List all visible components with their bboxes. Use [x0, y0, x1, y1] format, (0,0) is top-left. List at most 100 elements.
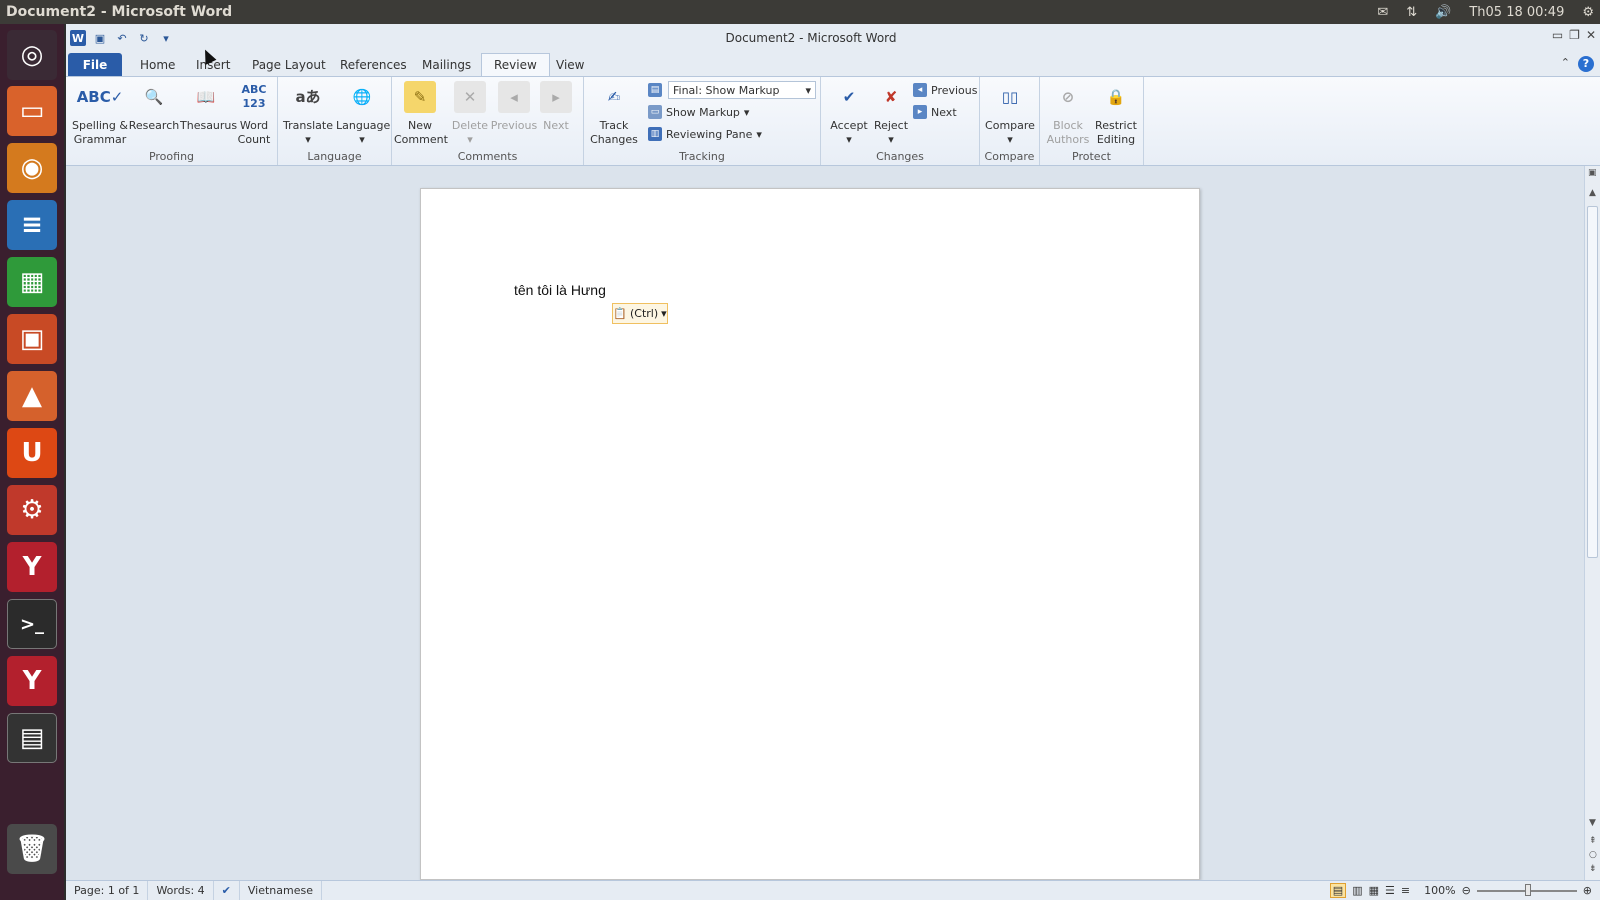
block-authors-button[interactable]: ⊘ Block Authors [1042, 81, 1094, 147]
outline-icon[interactable]: ☰ [1385, 884, 1395, 897]
tab-references[interactable]: References [328, 53, 419, 76]
translate-dropdown-arrow: ▾ [305, 133, 311, 146]
calc-button[interactable]: ▦ [7, 257, 57, 307]
page-count[interactable]: Page: 1 of 1 [66, 880, 149, 900]
ribbon-tab-controls: ⌃ ? [1561, 56, 1594, 72]
panel-indicators: ✉ ⇅ 🔊 Th05 18 00:49 ⚙ [1377, 0, 1594, 24]
show-markup-icon: ▭ [648, 105, 662, 119]
scroll-down-icon[interactable]: ▼ [1589, 818, 1596, 828]
tab-file[interactable]: File [68, 53, 122, 76]
calc-icon: ▦ [19, 267, 45, 297]
zoom-out-icon[interactable]: ⊖ [1462, 884, 1471, 897]
tab-home[interactable]: Home [128, 53, 187, 76]
minimize-ribbon-icon[interactable]: ⌃ [1561, 56, 1570, 72]
trash-button[interactable]: 🗑 [7, 824, 57, 874]
wine-button[interactable]: Y [7, 542, 57, 592]
scroll-up-icon[interactable]: ▲ [1589, 188, 1596, 198]
minimize-icon[interactable]: ▭ [1552, 28, 1563, 42]
language-button[interactable]: 🌐 Language ▾ [336, 81, 390, 147]
impress-button[interactable]: ▣ [7, 314, 57, 364]
volume-icon[interactable]: 🔊 [1435, 5, 1451, 20]
word-count-button[interactable]: ABC 123 Word Count [228, 81, 280, 147]
ribbon-tabs: File Home Insert Page Layout References … [66, 52, 1600, 76]
group-tracking: ✍ Track Changes ▤ Final: Show Markup ▾ ▭… [584, 77, 821, 165]
next-page-icon[interactable]: ⇟ [1589, 864, 1597, 874]
zoom-level[interactable]: 100% [1424, 884, 1455, 897]
next-change-button[interactable]: ▸ Next [913, 103, 957, 121]
proofing-status-icon[interactable]: ✔ [214, 880, 240, 900]
wine-word-button[interactable]: Y [7, 656, 57, 706]
tab-review[interactable]: Review [481, 53, 550, 76]
previous-comment-button[interactable]: ◂ Previous [488, 81, 540, 133]
firefox-icon: ◉ [20, 153, 44, 183]
network-icon[interactable]: ⇅ [1406, 5, 1417, 20]
compare-button[interactable]: ▯▯ Compare ▾ [984, 81, 1036, 147]
block-authors-icon: ⊘ [1061, 88, 1075, 106]
select-browse-object-icon[interactable]: ○ [1589, 850, 1597, 860]
spelling-grammar-button[interactable]: ABC✓ Spelling & Grammar [72, 81, 128, 147]
restrict-editing-button[interactable]: 🔒 Restrict Editing [1090, 81, 1142, 147]
full-screen-reading-icon[interactable]: ▥ [1352, 884, 1362, 897]
writer-button[interactable]: ≡ [7, 200, 57, 250]
reject-button[interactable]: ✘ Reject ▾ [865, 81, 917, 147]
zoom-slider-thumb[interactable] [1524, 883, 1531, 896]
delete-dropdown-arrow: ▾ [467, 133, 473, 146]
web-layout-icon[interactable]: ▦ [1369, 884, 1379, 897]
book-icon: 📖 [196, 88, 216, 106]
track-changes-icon: ✍ [607, 88, 621, 106]
language-status[interactable]: Vietnamese [240, 880, 322, 900]
impress-icon: ▣ [19, 324, 45, 354]
firefox-button[interactable]: ◉ [7, 143, 57, 193]
active-window-title: Document2 - Microsoft Word [6, 4, 233, 20]
tab-page-layout[interactable]: Page Layout [240, 53, 338, 76]
restore-icon[interactable]: ❐ [1569, 28, 1580, 42]
vertical-scrollbar[interactable]: ▣ ▲ ▼ ⇞ ○ ⇟ [1584, 166, 1600, 880]
translate-icon: aあ [295, 88, 321, 106]
delete-comment-icon: ✕ [454, 81, 486, 113]
display-for-review-dropdown[interactable]: Final: Show Markup ▾ [668, 81, 816, 99]
ubuntu-dash-button[interactable]: ◎ [7, 30, 57, 80]
gear-icon[interactable]: ⚙ [1582, 5, 1594, 20]
mail-icon[interactable]: ✉ [1377, 5, 1388, 20]
next-change-icon: ▸ [913, 105, 927, 119]
previous-comment-icon: ◂ [498, 81, 530, 113]
track-changes-button[interactable]: ✍ Track Changes [588, 81, 640, 147]
document-area[interactable]: tên tôi là Hưng 📋 (Ctrl) ▾ [66, 166, 1600, 880]
document-page[interactable]: tên tôi là Hưng 📋 (Ctrl) ▾ [420, 188, 1200, 880]
scroll-thumb[interactable] [1587, 206, 1598, 558]
research-button[interactable]: 🔍 Research [128, 81, 180, 133]
draft-icon[interactable]: ≡ [1401, 884, 1410, 897]
previous-change-button[interactable]: ◂ Previous [913, 81, 978, 99]
chevron-down-icon: ▾ [661, 307, 667, 320]
new-comment-button[interactable]: ✎ New Comment [394, 81, 448, 147]
zoom-in-icon[interactable]: ⊕ [1583, 884, 1592, 897]
terminal-button[interactable]: >_ [7, 599, 57, 649]
document-text[interactable]: tên tôi là Hưng [514, 282, 606, 298]
group-label-proofing: Proofing [148, 150, 195, 163]
tab-mailings[interactable]: Mailings [410, 53, 483, 76]
group-comments: ✎ New Comment ✕ Delete ▾ ◂ Previous ▸ Nex… [392, 77, 584, 165]
writer-icon: ≡ [21, 210, 43, 240]
ubuntu-one-button[interactable]: U [7, 428, 57, 478]
software-center-button[interactable]: ▲ [7, 371, 57, 421]
translate-button[interactable]: aあ Translate ▾ [282, 81, 334, 147]
reviewing-pane-button[interactable]: ▥ Reviewing Pane ▾ [648, 125, 762, 143]
help-icon[interactable]: ? [1578, 56, 1594, 72]
zoom-slider[interactable] [1476, 883, 1577, 896]
word-count-icon: ABC 123 [241, 83, 267, 110]
files-button[interactable]: ▭ [7, 86, 57, 136]
next-comment-button[interactable]: ▸ Next [534, 81, 578, 133]
tab-view[interactable]: View [544, 53, 596, 76]
thesaurus-button[interactable]: 📖 Thesaurus [180, 81, 237, 133]
close-icon[interactable]: ✕ [1586, 28, 1596, 42]
show-markup-button[interactable]: ▭ Show Markup ▾ [648, 103, 749, 121]
ruler-toggle-icon[interactable]: ▣ [1588, 168, 1597, 178]
system-settings-button[interactable]: ⚙ [7, 485, 57, 535]
paste-options-button[interactable]: 📋 (Ctrl) ▾ [612, 303, 668, 324]
ubuntu-logo-icon: ◎ [20, 40, 44, 70]
clock[interactable]: Th05 18 00:49 [1469, 5, 1564, 20]
print-layout-icon[interactable]: ▤ [1329, 883, 1347, 898]
word-count[interactable]: Words: 4 [148, 880, 214, 900]
previous-page-icon[interactable]: ⇞ [1589, 836, 1597, 846]
workspace-switcher-button[interactable]: ▤ [7, 713, 57, 763]
